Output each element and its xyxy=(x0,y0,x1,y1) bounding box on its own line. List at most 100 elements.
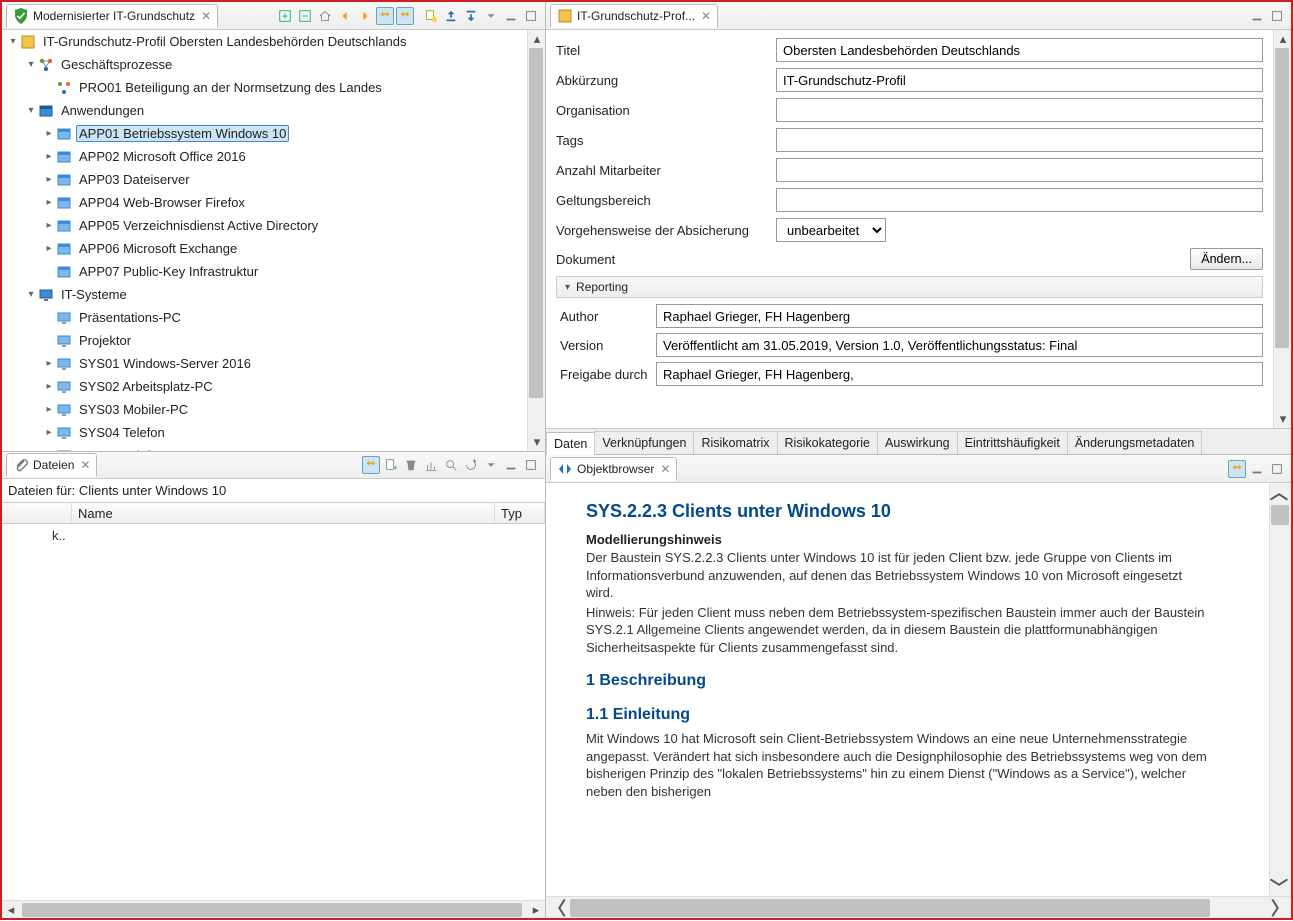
maximize-pane-icon[interactable] xyxy=(1268,460,1286,478)
tree-anwendungen[interactable]: ▾ Anwendungen xyxy=(24,99,545,122)
objbrowser-tab[interactable]: Objektbrowser ✕ xyxy=(550,457,677,481)
input-anzahl[interactable] xyxy=(776,158,1263,182)
tree-sys03[interactable]: ▸SYS03 Mobiler-PC xyxy=(42,398,545,421)
chart-icon[interactable] xyxy=(422,456,440,474)
minimize-pane-icon[interactable] xyxy=(502,456,520,474)
maximize-pane-icon[interactable] xyxy=(522,7,540,25)
tree-geschaeftsprozesse[interactable]: ▾ Geschäftsprozesse xyxy=(24,53,545,76)
scroll-left-icon[interactable]: 〈 xyxy=(546,899,568,917)
maximize-pane-icon[interactable] xyxy=(1268,7,1286,25)
chevron-right-icon[interactable]: ▸ xyxy=(42,197,56,208)
editor-scrollbar-vertical[interactable]: ▴ ▾ xyxy=(1273,30,1291,428)
scroll-up-icon[interactable]: ︿ xyxy=(1270,483,1288,501)
left-scrollbar-horizontal[interactable]: ◂ ▸ xyxy=(2,900,545,918)
scroll-down-icon[interactable]: ﹀ xyxy=(1270,878,1288,896)
tree-sys01[interactable]: ▸SYS01 Windows-Server 2016 xyxy=(42,352,545,375)
add-file-icon[interactable] xyxy=(382,456,400,474)
chevron-right-icon[interactable]: ▸ xyxy=(42,128,56,139)
scrollbar-thumb[interactable] xyxy=(570,899,1210,917)
link-sync-icon[interactable] xyxy=(376,7,394,25)
ed-tab-verknuepfungen[interactable]: Verknüpfungen xyxy=(594,431,694,454)
scrollbar-thumb[interactable] xyxy=(1271,505,1289,525)
view-menu-icon[interactable] xyxy=(482,456,500,474)
tree-itsysteme[interactable]: ▾ IT-Systeme xyxy=(24,283,545,306)
obj-scrollbar-vertical[interactable]: ︿ ﹀ xyxy=(1269,483,1291,896)
files-row-0[interactable]: k.. xyxy=(2,524,545,547)
chevron-right-icon[interactable]: ▸ xyxy=(42,427,56,438)
ed-tab-auswirkung[interactable]: Auswirkung xyxy=(877,431,958,454)
ed-tab-eintritts[interactable]: Eintrittshäufigkeit xyxy=(957,431,1068,454)
scrollbar-thumb[interactable] xyxy=(22,903,522,917)
import-icon[interactable] xyxy=(442,7,460,25)
close-icon[interactable]: ✕ xyxy=(660,462,670,476)
tree-app07[interactable]: APP07 Public-Key Infrastruktur xyxy=(42,260,545,283)
expand-all-icon[interactable] xyxy=(276,7,294,25)
view-menu-icon[interactable] xyxy=(482,7,500,25)
scroll-down-icon[interactable]: ▾ xyxy=(1274,410,1292,428)
maximize-pane-icon[interactable] xyxy=(522,456,540,474)
tree-app02[interactable]: ▸APP02 Microsoft Office 2016 xyxy=(42,145,545,168)
files-col-name[interactable]: Name xyxy=(72,503,495,523)
export-icon[interactable] xyxy=(462,7,480,25)
link-sync-icon[interactable] xyxy=(1228,460,1246,478)
ed-tab-risikokategorie[interactable]: Risikokategorie xyxy=(777,431,878,454)
chevron-right-icon[interactable]: ▸ xyxy=(42,450,56,451)
input-tags[interactable] xyxy=(776,128,1263,152)
input-titel[interactable] xyxy=(776,38,1263,62)
scroll-up-icon[interactable]: ▴ xyxy=(1274,30,1292,48)
scroll-left-icon[interactable]: ◂ xyxy=(2,901,20,919)
tree-praesentations-pc[interactable]: Präsentations-PC xyxy=(42,306,545,329)
link-sync-icon[interactable] xyxy=(362,456,380,474)
collapse-all-icon[interactable] xyxy=(296,7,314,25)
chevron-down-icon[interactable]: ▾ xyxy=(24,59,38,70)
close-icon[interactable]: ✕ xyxy=(80,458,90,472)
delete-icon[interactable] xyxy=(402,456,420,474)
tree-app05[interactable]: ▸APP05 Verzeichnisdienst Active Director… xyxy=(42,214,545,237)
select-vorgehen[interactable]: unbearbeitet xyxy=(776,218,886,242)
ed-tab-aenderung[interactable]: Änderungsmetadaten xyxy=(1067,431,1203,454)
aendern-button[interactable]: Ändern... xyxy=(1190,248,1263,270)
tree-app06[interactable]: ▸APP06 Microsoft Exchange xyxy=(42,237,545,260)
minimize-pane-icon[interactable] xyxy=(502,7,520,25)
refresh-icon[interactable] xyxy=(462,456,480,474)
chevron-down-icon[interactable]: ▾ xyxy=(6,36,20,47)
section-reporting[interactable]: ▾Reporting xyxy=(556,276,1263,298)
input-abk[interactable] xyxy=(776,68,1263,92)
chevron-right-icon[interactable]: ▸ xyxy=(42,243,56,254)
search-icon[interactable] xyxy=(442,456,460,474)
ed-tab-risikomatrix[interactable]: Risikomatrix xyxy=(693,431,777,454)
chevron-right-icon[interactable]: ▸ xyxy=(42,381,56,392)
input-org[interactable] xyxy=(776,98,1263,122)
tree-app01[interactable]: ▸APP01 Betriebssystem Windows 10 xyxy=(42,122,545,145)
scrollbar-thumb[interactable] xyxy=(1275,48,1289,348)
scroll-up-icon[interactable]: ▴ xyxy=(528,30,545,48)
scroll-right-icon[interactable]: ▸ xyxy=(527,901,545,919)
tree-sys02[interactable]: ▸SYS02 Arbeitsplatz-PC xyxy=(42,375,545,398)
files-col-blank[interactable] xyxy=(2,503,72,523)
back-icon[interactable] xyxy=(336,7,354,25)
home-icon[interactable] xyxy=(316,7,334,25)
files-view-tab[interactable]: Dateien ✕ xyxy=(6,453,97,477)
tree-view-tab[interactable]: Modernisierter IT-Grundschutz ✕ xyxy=(6,4,218,28)
files-col-type[interactable]: Typ xyxy=(495,503,545,523)
close-icon[interactable]: ✕ xyxy=(201,9,211,23)
scroll-down-icon[interactable]: ▾ xyxy=(528,433,545,451)
chevron-right-icon[interactable]: ▸ xyxy=(42,358,56,369)
tree-app03[interactable]: ▸APP03 Dateiserver xyxy=(42,168,545,191)
minimize-pane-icon[interactable] xyxy=(1248,7,1266,25)
obj-scrollbar-horizontal[interactable]: 〈 〉 xyxy=(546,896,1291,918)
scrollbar-thumb[interactable] xyxy=(529,48,543,398)
chevron-down-icon[interactable]: ▾ xyxy=(24,105,38,116)
editor-tab[interactable]: IT-Grundschutz-Prof... ✕ xyxy=(550,4,718,28)
minimize-pane-icon[interactable] xyxy=(1248,460,1266,478)
scroll-right-icon[interactable]: 〉 xyxy=(1269,899,1291,917)
input-author[interactable] xyxy=(656,304,1263,328)
input-version[interactable] xyxy=(656,333,1263,357)
tree-pro01[interactable]: PRO01 Beteiligung an der Normsetzung des… xyxy=(42,76,545,99)
new-item-icon[interactable] xyxy=(422,7,440,25)
chevron-right-icon[interactable]: ▸ xyxy=(42,174,56,185)
input-freigabe[interactable] xyxy=(656,362,1263,386)
tree-sys04[interactable]: ▸SYS04 Telefon xyxy=(42,421,545,444)
chevron-right-icon[interactable]: ▸ xyxy=(42,404,56,415)
tree-scrollbar-vertical[interactable]: ▴ ▾ xyxy=(527,30,545,451)
